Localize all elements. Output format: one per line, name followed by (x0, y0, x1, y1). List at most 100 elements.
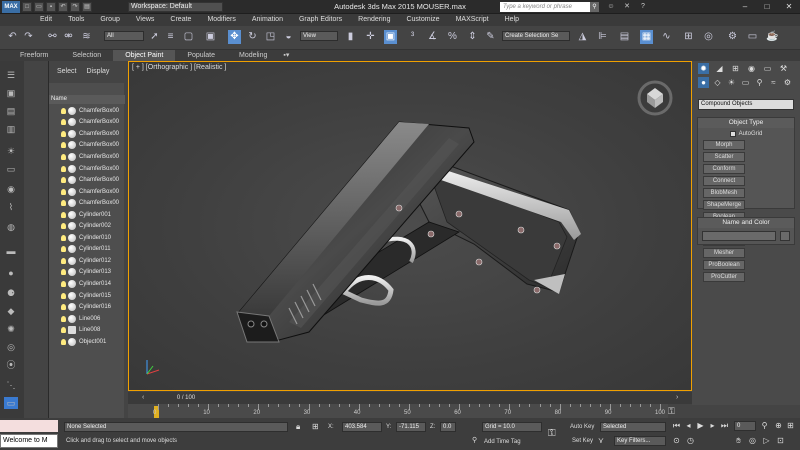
go-to-end-icon[interactable]: ⏭ (720, 421, 729, 431)
lights-category-icon[interactable]: ☀ (726, 77, 737, 88)
visibility-lightbulb-icon[interactable] (61, 177, 66, 184)
list-item[interactable]: ChamferBox00 (49, 163, 125, 175)
signin-icon[interactable]: ☺ (606, 2, 616, 12)
visibility-lightbulb-icon[interactable] (61, 269, 66, 276)
systems-category-icon[interactable]: ⚙ (782, 77, 793, 88)
visibility-lightbulb-icon[interactable] (61, 211, 66, 218)
list-item[interactable]: ChamferBox00 (49, 151, 125, 163)
align-icon[interactable]: ⊫ (596, 30, 609, 44)
render-production-icon[interactable]: ☕ (766, 30, 779, 44)
menu-help[interactable]: Help (497, 14, 527, 26)
cameras-filter-icon[interactable]: ▭ (4, 163, 18, 175)
menu-customize[interactable]: Customize (398, 14, 447, 26)
list-item[interactable]: Cylinder001 (49, 209, 125, 221)
zoom-icon[interactable]: ⚲ (760, 421, 769, 431)
new-file-icon[interactable]: □ (22, 2, 32, 12)
menu-create[interactable]: Create (162, 14, 199, 26)
menu-views[interactable]: Views (128, 14, 163, 26)
curve-editor-icon[interactable]: ∿ (660, 30, 673, 44)
frozen-filter-icon[interactable]: ✺ (4, 323, 18, 335)
list-item[interactable]: Cylinder002 (49, 220, 125, 232)
modify-tab-icon[interactable]: ◢ (714, 63, 725, 74)
procutter-button[interactable]: ProCutter (703, 272, 745, 282)
toggle-scene-explorer-icon[interactable]: ▦ (640, 30, 653, 44)
groups-filter-icon[interactable]: ◍ (4, 221, 18, 233)
mesher-button[interactable]: Mesher (703, 248, 745, 258)
visibility-lightbulb-icon[interactable] (61, 234, 66, 241)
object-type-header[interactable]: Object Type (698, 118, 794, 128)
edit-named-selection-icon[interactable]: ✎ (484, 30, 497, 44)
tab-modeling[interactable]: Modeling (227, 50, 279, 61)
rendered-frame-window-icon[interactable]: ▭ (746, 30, 759, 44)
visibility-lightbulb-icon[interactable] (61, 315, 66, 322)
time-slider-thumb[interactable]: 0 / 100 (156, 392, 216, 404)
menu-animation[interactable]: Animation (244, 14, 291, 26)
pivot-center-icon[interactable]: ▮ (344, 30, 357, 44)
next-frame-icon[interactable]: ▸ (708, 421, 717, 431)
tab-select[interactable]: Select (57, 61, 76, 83)
viewcube[interactable] (637, 80, 673, 116)
bind-space-warp-icon[interactable]: ≋ (80, 30, 93, 44)
utilities-tab-icon[interactable]: ⚒ (778, 63, 789, 74)
select-link-icon[interactable]: ⚯ (46, 30, 59, 44)
tab-selection[interactable]: Selection (60, 50, 113, 61)
autogrid-checkbox[interactable] (729, 130, 736, 137)
close-icon[interactable]: ✕ (778, 0, 800, 13)
list-item[interactable]: Cylinder011 (49, 244, 125, 256)
visibility-lightbulb-icon[interactable] (61, 338, 66, 345)
exchange-icon[interactable]: ✕ (622, 2, 632, 12)
zoom-all-icon[interactable]: ⊕ (774, 421, 783, 431)
menu-maxscript[interactable]: MAXScript (448, 14, 497, 26)
pistol-model[interactable] (129, 62, 692, 391)
undo-icon[interactable]: ↶ (58, 2, 68, 12)
render-setup-icon[interactable]: ⚙ (726, 30, 739, 44)
reference-coordinate-dropdown[interactable]: View (300, 31, 338, 41)
visibility-lightbulb-icon[interactable] (61, 142, 66, 149)
absolute-mode-icon[interactable]: ⊞ (312, 422, 319, 431)
maximize-viewport-icon[interactable]: ⊡ (776, 436, 785, 446)
project-folder-icon[interactable]: ▤ (82, 2, 92, 12)
list-item[interactable]: Line006 (49, 313, 125, 325)
key-mode-dropdown[interactable]: Selected (600, 422, 666, 432)
select-by-name-icon[interactable]: ≡ (164, 30, 177, 44)
object-category-dropdown[interactable]: Compound Objects (698, 99, 794, 110)
named-selection-dropdown[interactable]: Create Selection Se (502, 31, 570, 41)
app-menu-button[interactable]: MAX (2, 1, 20, 13)
open-file-icon[interactable]: ▭ (34, 2, 44, 12)
search-input[interactable]: Type a keyword or phrase (500, 2, 590, 12)
tab-display[interactable]: Display (86, 61, 109, 83)
key-icon[interactable]: ⚿ (668, 406, 690, 416)
material-editor-icon[interactable]: ◎ (702, 30, 715, 44)
minimize-icon[interactable]: – (734, 0, 756, 13)
pan-view-icon[interactable]: ✋︎ (734, 436, 743, 446)
visibility-lightbulb-icon[interactable] (61, 292, 66, 299)
geometry-filter-icon[interactable]: ● (4, 267, 18, 279)
set-key-button[interactable]: Set Key (572, 438, 593, 444)
menu-tools[interactable]: Tools (60, 14, 92, 26)
menu-edit[interactable]: Edit (32, 14, 60, 26)
helpers-category-icon[interactable]: ⚲ (754, 77, 765, 88)
proboolean-button[interactable]: ProBoolean (703, 260, 745, 270)
display-toggle-icon[interactable]: ▣ (4, 87, 18, 99)
visibility-lightbulb-icon[interactable] (61, 223, 66, 230)
xrefs-filter-icon[interactable]: ◆ (4, 305, 18, 317)
blobmesh-button[interactable]: BlobMesh (703, 188, 745, 198)
prev-frame-icon[interactable]: ‹ (142, 394, 150, 402)
visibility-lightbulb-icon[interactable] (61, 165, 66, 172)
tab-object-paint[interactable]: Object Paint (113, 50, 176, 61)
list-item[interactable]: Line008 (49, 324, 125, 336)
search-icon[interactable]: ⚲ (590, 2, 599, 12)
mirror-icon[interactable]: ◮ (576, 30, 589, 44)
visibility-lightbulb-icon[interactable] (61, 130, 66, 137)
explorer-menu-icon[interactable]: ☰ (4, 69, 18, 81)
list-item[interactable]: Cylinder013 (49, 267, 125, 279)
visibility-lightbulb-icon[interactable] (61, 257, 66, 264)
spacewarps-filter-icon[interactable]: ⌇ (4, 201, 18, 213)
hierarchy-icon[interactable]: ▥ (4, 123, 18, 135)
shapemerge-button[interactable]: ShapeMerge (703, 200, 745, 210)
key-tangent-icon[interactable]: ⋎ (598, 436, 604, 445)
visibility-lightbulb-icon[interactable] (61, 280, 66, 287)
menu-rendering[interactable]: Rendering (350, 14, 398, 26)
name-and-color-header[interactable]: Name and Color (698, 218, 794, 228)
rectangular-selection-icon[interactable]: ▢ (182, 30, 195, 44)
